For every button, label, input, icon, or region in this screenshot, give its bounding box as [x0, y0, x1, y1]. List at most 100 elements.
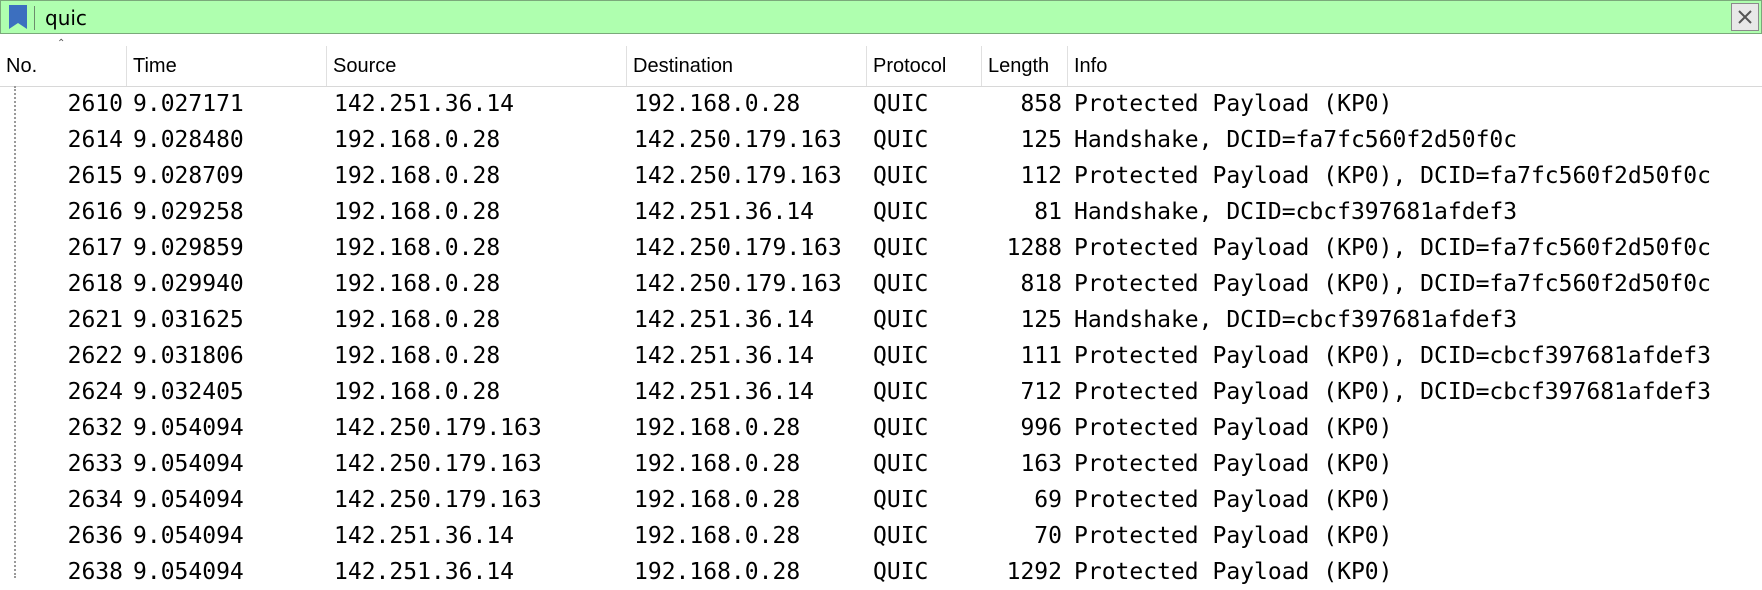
- packet-source: 142.251.36.14: [334, 559, 515, 585]
- packet-time: 9.054094: [133, 415, 244, 441]
- packet-info: Protected Payload (KP0), DCID=fa7fc560f2…: [1074, 271, 1711, 297]
- packet-protocol: QUIC: [873, 487, 929, 513]
- packet-destination: 192.168.0.28: [634, 487, 801, 513]
- packet-length: 818: [1020, 271, 1062, 297]
- column-header-info[interactable]: Info: [1068, 46, 1762, 86]
- packet-row[interactable]: 2633 9.054094 142.250.179.163 192.168.0.…: [0, 446, 1762, 482]
- packet-destination: 192.168.0.28: [634, 91, 801, 117]
- packet-info: Protected Payload (KP0): [1074, 523, 1393, 549]
- packet-destination: 142.250.179.163: [634, 235, 842, 261]
- packet-protocol: QUIC: [873, 163, 929, 189]
- packet-source: 142.250.179.163: [334, 415, 542, 441]
- packet-length: 111: [1020, 343, 1062, 369]
- packet-time: 9.027171: [133, 91, 244, 117]
- header-strip: [0, 34, 1762, 42]
- packet-source: 192.168.0.28: [334, 307, 501, 333]
- packet-destination: 142.251.36.14: [634, 343, 815, 369]
- packet-time: 9.054094: [133, 487, 244, 513]
- column-header-source[interactable]: Source: [327, 46, 627, 86]
- packet-time: 9.029859: [133, 235, 244, 261]
- packet-info: Protected Payload (KP0), DCID=cbcf397681…: [1074, 379, 1711, 405]
- packet-length: 112: [1020, 163, 1062, 189]
- filter-input[interactable]: quic: [45, 6, 87, 30]
- packet-length: 70: [1034, 523, 1062, 549]
- packet-info: Protected Payload (KP0), DCID=fa7fc560f2…: [1074, 163, 1711, 189]
- display-filter-bar[interactable]: quic: [0, 0, 1762, 34]
- packet-time: 9.054094: [133, 559, 244, 585]
- packet-row[interactable]: 2621 9.031625 192.168.0.28 142.251.36.14…: [0, 302, 1762, 338]
- packet-no: 2634: [67, 487, 123, 513]
- packet-info: Protected Payload (KP0): [1074, 91, 1393, 117]
- packet-row[interactable]: 2634 9.054094 142.250.179.163 192.168.0.…: [0, 482, 1762, 518]
- column-header-length[interactable]: Length: [982, 46, 1068, 86]
- packet-length: 712: [1020, 379, 1062, 405]
- packet-destination: 142.250.179.163: [634, 163, 842, 189]
- packet-info: Protected Payload (KP0): [1074, 415, 1393, 441]
- packet-no: 2621: [67, 307, 123, 333]
- packet-row[interactable]: 2622 9.031806 192.168.0.28 142.251.36.14…: [0, 338, 1762, 374]
- packet-no: 2624: [67, 379, 123, 405]
- packet-info: Protected Payload (KP0): [1074, 451, 1393, 477]
- packet-protocol: QUIC: [873, 343, 929, 369]
- packet-time: 9.054094: [133, 451, 244, 477]
- packet-row[interactable]: 2638 9.054094 142.251.36.14 192.168.0.28…: [0, 554, 1762, 590]
- packet-protocol: QUIC: [873, 379, 929, 405]
- packet-no: 2633: [67, 451, 123, 477]
- packet-destination: 142.251.36.14: [634, 307, 815, 333]
- packet-no: 2610: [67, 91, 123, 117]
- packet-destination: 142.250.179.163: [634, 271, 842, 297]
- packet-no: 2622: [67, 343, 123, 369]
- packet-row[interactable]: 2632 9.054094 142.250.179.163 192.168.0.…: [0, 410, 1762, 446]
- packet-list: 2610 9.027171 142.251.36.14 192.168.0.28…: [0, 86, 1762, 590]
- packet-row[interactable]: 2624 9.032405 192.168.0.28 142.251.36.14…: [0, 374, 1762, 410]
- packet-no: 2618: [67, 271, 123, 297]
- packet-length: 1292: [1006, 559, 1062, 585]
- packet-protocol: QUIC: [873, 451, 929, 477]
- packet-source: 142.251.36.14: [334, 91, 515, 117]
- bookmark-icon[interactable]: [9, 5, 27, 29]
- packet-length: 163: [1020, 451, 1062, 477]
- packet-time: 9.031806: [133, 343, 244, 369]
- packet-length: 1288: [1006, 235, 1062, 261]
- packet-length: 69: [1034, 487, 1062, 513]
- packet-protocol: QUIC: [873, 127, 929, 153]
- column-header-no[interactable]: No.: [0, 46, 127, 86]
- packet-destination: 142.251.36.14: [634, 379, 815, 405]
- packet-destination: 192.168.0.28: [634, 523, 801, 549]
- packet-protocol: QUIC: [873, 91, 929, 117]
- packet-row[interactable]: 2616 9.029258 192.168.0.28 142.251.36.14…: [0, 194, 1762, 230]
- packet-no: 2638: [67, 559, 123, 585]
- packet-source: 192.168.0.28: [334, 235, 501, 261]
- packet-row[interactable]: 2610 9.027171 142.251.36.14 192.168.0.28…: [0, 86, 1762, 122]
- packet-protocol: QUIC: [873, 235, 929, 261]
- column-header-protocol[interactable]: Protocol: [867, 46, 982, 86]
- packet-info: Protected Payload (KP0): [1074, 559, 1393, 585]
- packet-info: Handshake, DCID=cbcf397681afdef3: [1074, 199, 1518, 225]
- packet-info: Protected Payload (KP0), DCID=fa7fc560f2…: [1074, 235, 1711, 261]
- packet-row[interactable]: 2614 9.028480 192.168.0.28 142.250.179.1…: [0, 122, 1762, 158]
- packet-no: 2632: [67, 415, 123, 441]
- packet-length: 81: [1034, 199, 1062, 225]
- packet-row[interactable]: 2615 9.028709 192.168.0.28 142.250.179.1…: [0, 158, 1762, 194]
- clear-filter-button[interactable]: [1731, 3, 1759, 31]
- packet-source: 192.168.0.28: [334, 343, 501, 369]
- packet-no: 2615: [67, 163, 123, 189]
- packet-destination: 192.168.0.28: [634, 451, 801, 477]
- packet-info: Protected Payload (KP0), DCID=cbcf397681…: [1074, 343, 1711, 369]
- packet-row[interactable]: 2617 9.029859 192.168.0.28 142.250.179.1…: [0, 230, 1762, 266]
- column-header-destination[interactable]: Destination: [627, 46, 867, 86]
- packet-source: 142.250.179.163: [334, 487, 542, 513]
- packet-row[interactable]: 2636 9.054094 142.251.36.14 192.168.0.28…: [0, 518, 1762, 554]
- packet-protocol: QUIC: [873, 415, 929, 441]
- packet-protocol: QUIC: [873, 307, 929, 333]
- packet-no: 2617: [67, 235, 123, 261]
- packet-time: 9.032405: [133, 379, 244, 405]
- filter-separator: [34, 6, 35, 30]
- column-header-time[interactable]: Time: [127, 46, 327, 86]
- packet-source: 142.251.36.14: [334, 523, 515, 549]
- packet-destination: 142.251.36.14: [634, 199, 815, 225]
- packet-row[interactable]: 2618 9.029940 192.168.0.28 142.250.179.1…: [0, 266, 1762, 302]
- packet-info: Handshake, DCID=fa7fc560f2d50f0c: [1074, 127, 1518, 153]
- packet-time: 9.054094: [133, 523, 244, 549]
- packet-info: Handshake, DCID=cbcf397681afdef3: [1074, 307, 1518, 333]
